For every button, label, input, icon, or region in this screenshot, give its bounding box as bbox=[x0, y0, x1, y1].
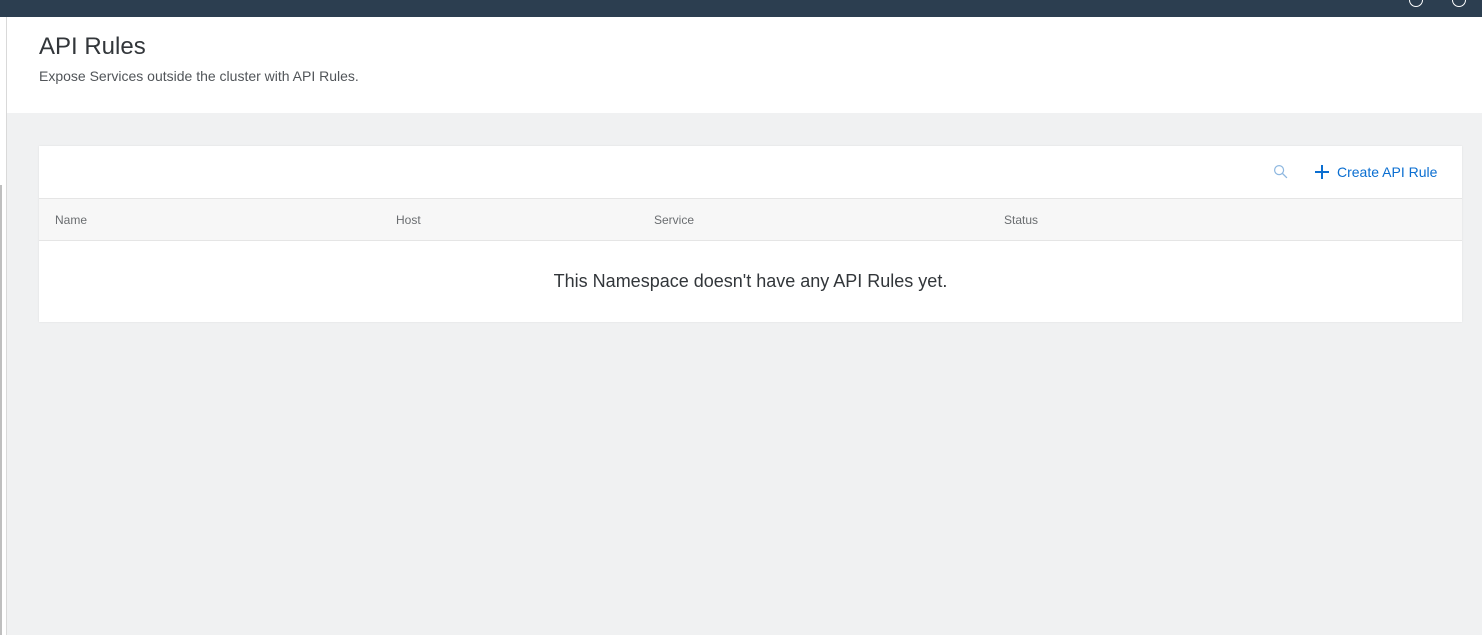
side-navigation bbox=[0, 17, 7, 635]
column-header-name[interactable]: Name bbox=[55, 213, 87, 227]
column-header-status[interactable]: Status bbox=[1004, 213, 1038, 227]
search-icon[interactable] bbox=[1273, 164, 1288, 179]
api-rules-panel: Create API Rule Name Host Service Status… bbox=[39, 146, 1462, 322]
table-header: Name Host Service Status bbox=[39, 199, 1462, 241]
user-icon[interactable] bbox=[1452, 0, 1466, 7]
page-subtitle: Expose Services outside the cluster with… bbox=[39, 68, 359, 84]
column-header-host[interactable]: Host bbox=[396, 213, 421, 227]
nav-scrollbar[interactable] bbox=[0, 185, 2, 635]
column-header-service[interactable]: Service bbox=[654, 213, 694, 227]
empty-state-message: This Namespace doesn't have any API Rule… bbox=[553, 271, 948, 291]
help-icon[interactable] bbox=[1409, 0, 1423, 7]
create-api-rule-button[interactable]: Create API Rule bbox=[1314, 160, 1437, 184]
page-header: API Rules Expose Services outside the cl… bbox=[7, 17, 1482, 113]
plus-icon bbox=[1315, 165, 1329, 179]
page-title: API Rules bbox=[39, 33, 146, 60]
shell-bar bbox=[0, 0, 1482, 17]
create-api-rule-label: Create API Rule bbox=[1337, 164, 1438, 180]
panel-toolbar: Create API Rule bbox=[39, 146, 1462, 199]
